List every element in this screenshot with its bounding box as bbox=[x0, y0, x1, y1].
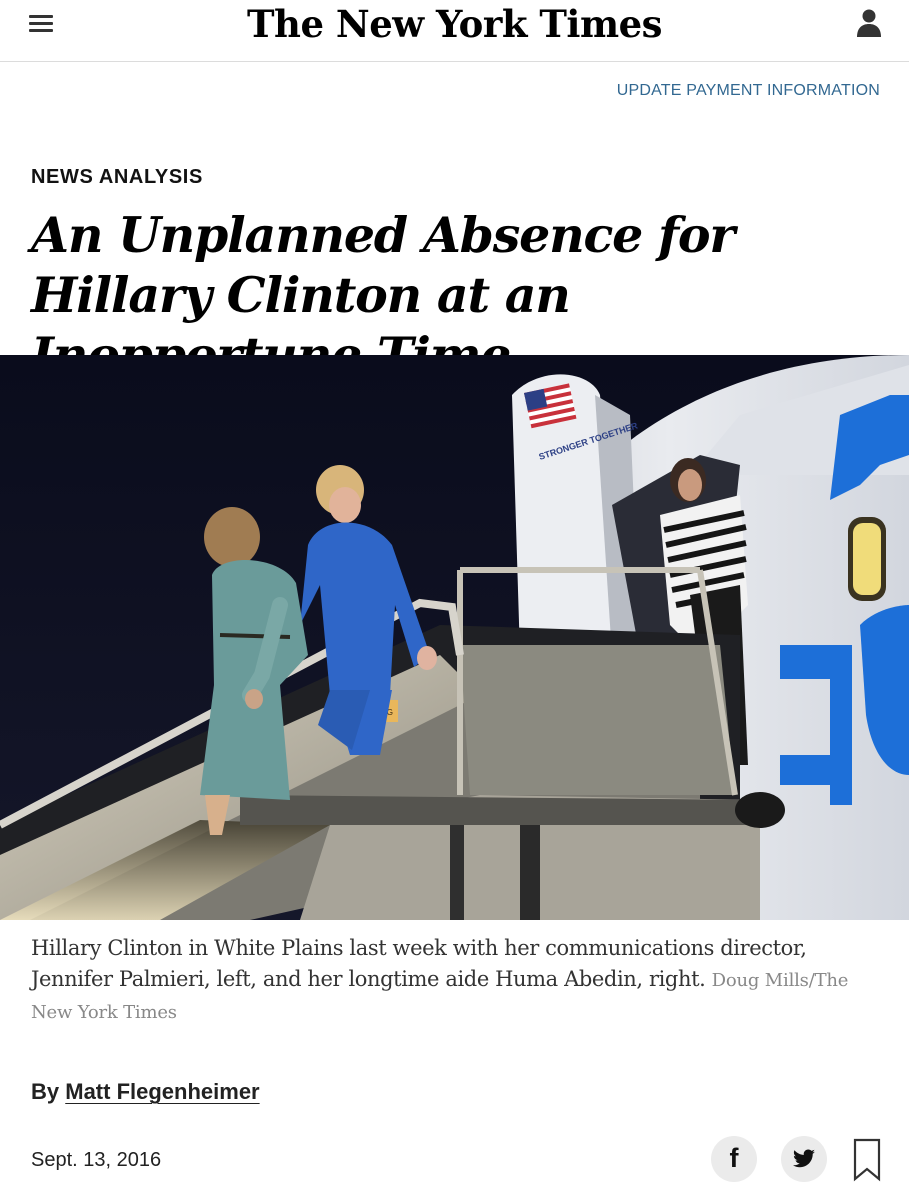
byline-prefix: By bbox=[31, 1079, 60, 1104]
bookmark-icon[interactable] bbox=[852, 1138, 882, 1182]
twitter-share-button[interactable] bbox=[781, 1136, 827, 1182]
article-kicker: NEWS ANALYSIS bbox=[31, 166, 203, 188]
facebook-share-button[interactable]: f bbox=[711, 1136, 757, 1182]
author-link[interactable]: Matt Flegenheimer bbox=[65, 1079, 259, 1104]
photo-caption: Hillary Clinton in White Plains last wee… bbox=[31, 933, 881, 1028]
nyt-logo[interactable]: The New York Times bbox=[0, 2, 909, 46]
byline: By Matt Flegenheimer bbox=[31, 1079, 260, 1105]
facebook-icon: f bbox=[729, 1143, 739, 1173]
masthead: The New York Times bbox=[0, 0, 909, 62]
article-photo[interactable]: STRONGER TOGETHER NING bbox=[0, 355, 909, 920]
user-icon[interactable] bbox=[855, 8, 883, 38]
publish-date: Sept. 13, 2016 bbox=[31, 1149, 162, 1171]
twitter-icon bbox=[793, 1149, 815, 1168]
caption-text: Hillary Clinton in White Plains last wee… bbox=[31, 936, 807, 991]
update-payment-link[interactable]: UPDATE PAYMENT INFORMATION bbox=[617, 82, 880, 100]
